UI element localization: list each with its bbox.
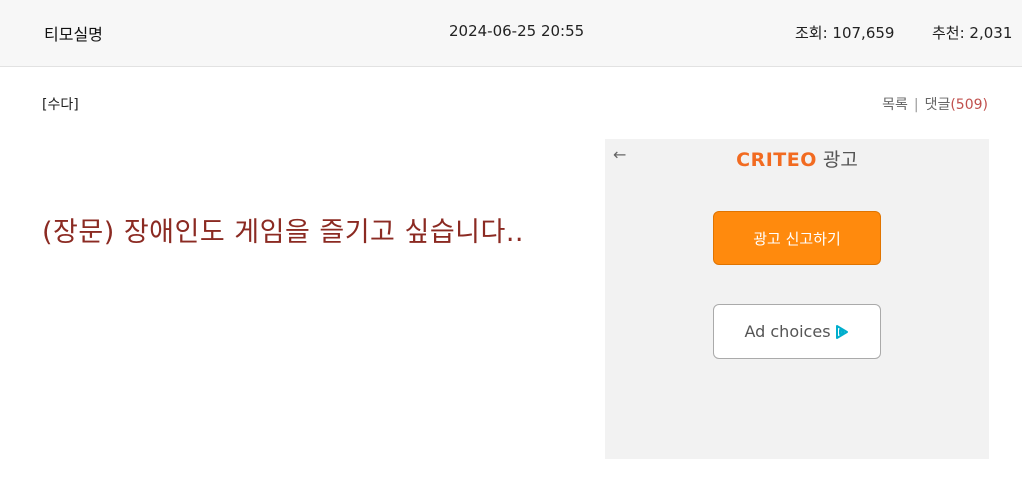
comments-count: (509): [950, 97, 988, 113]
post-title: (장문) 장애인도 게임을 즐기고 싶습니다..: [42, 217, 525, 248]
list-link[interactable]: 목록: [882, 97, 908, 113]
divider: |: [913, 97, 919, 113]
comments-label: 댓글: [924, 97, 951, 113]
post-header-bar: 티모실명 2024-06-25 20:55 조회: 107,659 추천: 2,…: [0, 0, 1022, 67]
ad-choices-button[interactable]: Ad choices: [713, 304, 881, 359]
post-actions: 목록 | 댓글(509): [882, 94, 988, 114]
ad-choices-label: Ad choices: [744, 322, 831, 341]
author-name[interactable]: 티모실명: [44, 21, 103, 45]
post-datetime: 2024-06-25 20:55: [449, 22, 585, 40]
ad-label: 광고: [822, 149, 858, 171]
report-ad-button[interactable]: 광고 신고하기: [713, 211, 881, 265]
view-count: 조회: 107,659: [795, 24, 895, 42]
ad-panel: ← CRITEO 광고 광고 신고하기 Ad choices: [605, 139, 989, 459]
comments-link[interactable]: 댓글(509): [925, 97, 988, 113]
ad-choices-icon: [835, 325, 848, 339]
recommend-count: 추천: 2,031: [932, 24, 1013, 42]
criteo-logo: CRITEO: [736, 149, 817, 171]
post-category: [수다]: [42, 97, 79, 113]
ad-brand: CRITEO 광고: [605, 145, 989, 172]
